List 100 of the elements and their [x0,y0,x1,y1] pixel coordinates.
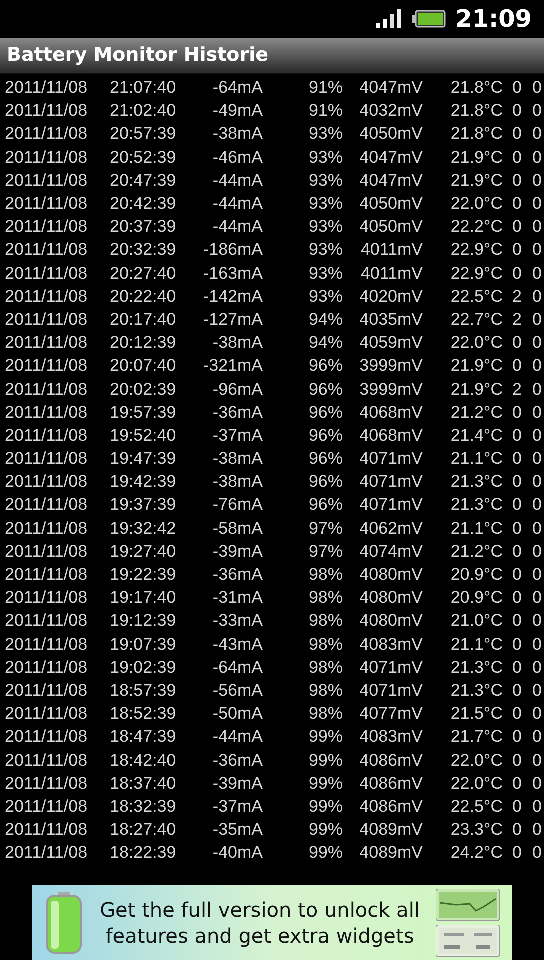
temperature-cell-text: 22.9°C [450,241,503,258]
time-cell-text: 19:17:40 [110,589,178,606]
table-cell-text: 0 [512,520,522,537]
table-cell-text: 0 [512,195,522,212]
date-cell-text: 2011/11/08 [5,172,89,189]
table-cell-text: 0 [532,774,542,792]
date-cell-text: 2011/11/08 [5,705,89,722]
date-cell-text: 2011/11/08 [5,844,89,862]
table-cell-text: 0 [512,542,522,560]
temperature-cell-text: 21.3°C [450,682,503,699]
temperature-cell-text: 21.2°C [450,404,503,421]
voltage-cell-text: 4011mV [360,264,423,282]
table-cell-text: 0 [512,357,522,374]
table-cell-text: 0 [512,844,522,862]
app-title: Battery Monitor Historie [7,43,268,68]
date-cell-text: 2011/11/08 [5,450,89,468]
current-cell-text: -96mA [212,380,263,398]
voltage-cell-text: 4086mV [358,774,423,792]
time-cell-text: 20:42:39 [110,195,178,212]
temperature-cell-text: 21.2°C [450,542,503,560]
table-cell-text: 0 [532,404,542,421]
voltage-cell-text: 4071mV [358,682,423,699]
voltage-cell-text: 4071mV [358,450,423,468]
table-cell-text: 2 [512,288,522,305]
table-cell-text: 0 [512,774,522,792]
current-cell-text: -186mA [202,241,263,258]
voltage-cell-text: 4047mV [358,148,423,166]
date-cell-text: 2011/11/08 [5,821,89,838]
percent-cell-text: 99% [308,752,343,769]
table-cell-text: 0 [532,636,542,653]
current-cell-text: -64mA [212,79,263,96]
voltage-cell-text: 3999mV [358,357,423,374]
current-cell-text: -163mA [202,264,263,282]
date-cell-text: 2011/11/08 [5,658,89,676]
voltage-cell-text: 4077mV [358,705,423,722]
percent-cell-text: 96% [308,473,343,490]
voltage-cell-text: 4032mV [358,102,423,120]
table-cell-text: 0 [512,218,522,236]
percent-cell-text: 91% [308,79,343,96]
table-cell-text: 0 [532,79,542,96]
temperature-cell-text: 22.5°C [450,798,503,815]
date-cell-text: 2011/11/08 [5,752,89,769]
table-cell-text: 0 [532,589,542,606]
current-cell-text: -43mA [212,636,263,653]
ad-banner[interactable]: Get the full version to unlock all features and get extra widgets [32,885,512,960]
voltage-cell-text: 4080mV [358,566,423,584]
temperature-cell-text: 21.8°C [450,125,503,142]
percent-cell-text: 93% [308,195,343,212]
table-cell-text: 0 [532,658,542,676]
time-cell-text: 20:02:39 [110,380,178,398]
table-cell-text: 0 [512,79,522,96]
table-cell-text: 0 [532,682,542,699]
table-cell-text: 0 [532,172,542,189]
current-cell-text: -56mA [212,682,263,699]
current-cell-text: -76mA [212,496,263,514]
temperature-cell-text: 21.3°C [450,473,503,490]
date-cell-text: 2011/11/08 [5,728,89,746]
percent-cell-text: 99% [308,798,343,815]
current-cell-text: -33mA [212,612,263,630]
percent-cell-text: 99% [308,774,343,792]
percent-cell-text: 96% [308,450,343,468]
voltage-cell-text: 4083mV [358,728,423,746]
table-cell-text: 0 [512,752,522,769]
current-cell-text: -127mA [202,310,263,328]
temperature-cell-text: 21.8°C [450,102,503,120]
current-cell-text: -35mA [212,821,263,838]
table-cell-text: 0 [512,798,522,815]
current-cell-text: -321mA [202,357,263,374]
table-cell-text: 0 [512,821,522,838]
time-cell-text: 20:27:40 [110,264,178,282]
voltage-cell-text: 4074mV [358,542,423,560]
temperature-cell-text: 24.2°C [450,844,503,862]
table-cell-text: 0 [532,728,542,746]
temperature-cell-text: 22.7°C [450,310,503,328]
time-cell-text: 18:37:40 [110,774,178,792]
percent-cell-text: 96% [308,380,343,398]
date-cell-text: 2011/11/08 [5,798,89,815]
current-cell-text: -38mA [212,334,263,352]
table-cell-text: 0 [512,241,522,258]
date-cell-text: 2011/11/08 [5,310,89,328]
percent-cell-text: 93% [308,264,343,282]
date-cell-text: 2011/11/08 [5,218,89,236]
voltage-cell-text: 4050mV [358,125,423,142]
time-cell-text: 20:17:40 [110,310,178,328]
date-cell-text: 2011/11/08 [5,264,89,282]
voltage-cell-text: 4050mV [358,218,423,236]
date-cell-text: 2011/11/08 [5,589,89,606]
temperature-cell-text: 21.1°C [450,520,503,537]
percent-cell-text: 98% [308,658,343,676]
table-cell-text: 0 [532,288,542,305]
current-cell-text: -46mA [212,148,263,166]
voltage-cell-text: 4083mV [358,636,423,653]
table-cell-text: 0 [512,334,522,352]
time-cell-text: 21:02:40 [110,102,178,120]
table-cell-text: 0 [512,566,522,584]
table-cell-text: 0 [512,125,522,142]
temperature-cell-text: 21.9°C [450,380,503,398]
voltage-cell-text: 4089mV [358,844,423,862]
current-cell-text: -36mA [212,404,263,421]
temperature-cell-text: 20.9°C [450,589,503,606]
